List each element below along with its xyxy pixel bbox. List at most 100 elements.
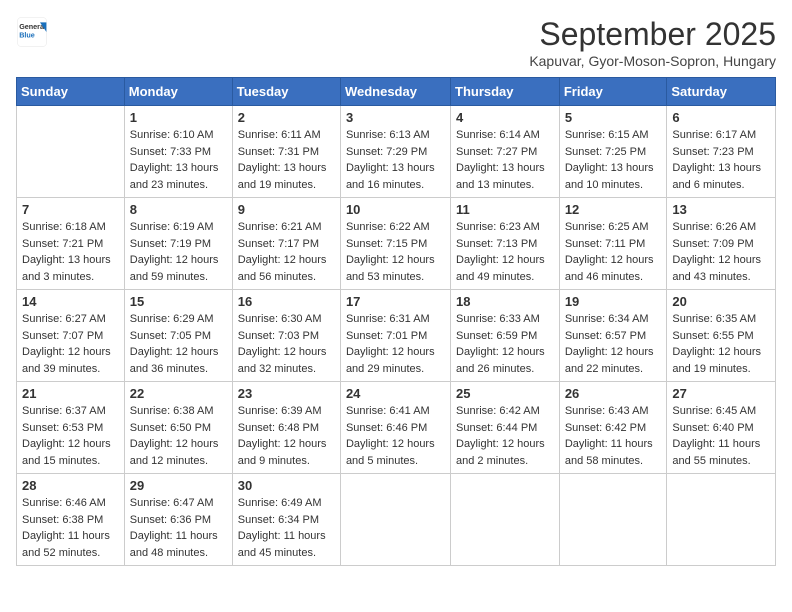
- calendar-cell: 8 Sunrise: 6:19 AM Sunset: 7:19 PM Daylig…: [124, 198, 232, 290]
- day-number: 8: [130, 202, 227, 217]
- calendar-cell: 20 Sunrise: 6:35 AM Sunset: 6:55 PM Dayli…: [667, 290, 776, 382]
- column-header-monday: Monday: [124, 78, 232, 106]
- day-number: 3: [346, 110, 445, 125]
- calendar-cell: 7 Sunrise: 6:18 AM Sunset: 7:21 PM Daylig…: [17, 198, 125, 290]
- day-info: Sunrise: 6:47 AM Sunset: 6:36 PM Dayligh…: [130, 495, 227, 561]
- day-info: Sunrise: 6:30 AM Sunset: 7:03 PM Dayligh…: [238, 311, 335, 377]
- column-header-sunday: Sunday: [17, 78, 125, 106]
- day-info: Sunrise: 6:11 AM Sunset: 7:31 PM Dayligh…: [238, 127, 335, 193]
- calendar-cell: [340, 474, 450, 566]
- day-info: Sunrise: 6:23 AM Sunset: 7:13 PM Dayligh…: [456, 219, 554, 285]
- calendar-cell: 21 Sunrise: 6:37 AM Sunset: 6:53 PM Dayli…: [17, 382, 125, 474]
- calendar-cell: 18 Sunrise: 6:33 AM Sunset: 6:59 PM Dayli…: [451, 290, 560, 382]
- day-info: Sunrise: 6:21 AM Sunset: 7:17 PM Dayligh…: [238, 219, 335, 285]
- day-number: 16: [238, 294, 335, 309]
- day-number: 4: [456, 110, 554, 125]
- day-info: Sunrise: 6:33 AM Sunset: 6:59 PM Dayligh…: [456, 311, 554, 377]
- calendar-cell: 27 Sunrise: 6:45 AM Sunset: 6:40 PM Dayli…: [667, 382, 776, 474]
- day-number: 23: [238, 386, 335, 401]
- day-number: 24: [346, 386, 445, 401]
- day-number: 12: [565, 202, 662, 217]
- calendar-cell: 10 Sunrise: 6:22 AM Sunset: 7:15 PM Dayli…: [340, 198, 450, 290]
- day-info: Sunrise: 6:14 AM Sunset: 7:27 PM Dayligh…: [456, 127, 554, 193]
- calendar-cell: 13 Sunrise: 6:26 AM Sunset: 7:09 PM Dayli…: [667, 198, 776, 290]
- day-info: Sunrise: 6:39 AM Sunset: 6:48 PM Dayligh…: [238, 403, 335, 469]
- day-number: 20: [672, 294, 770, 309]
- day-number: 21: [22, 386, 119, 401]
- column-header-friday: Friday: [559, 78, 667, 106]
- page-header: General Blue September 2025 Kapuvar, Gyo…: [16, 16, 776, 69]
- day-info: Sunrise: 6:18 AM Sunset: 7:21 PM Dayligh…: [22, 219, 119, 285]
- day-number: 9: [238, 202, 335, 217]
- day-info: Sunrise: 6:13 AM Sunset: 7:29 PM Dayligh…: [346, 127, 445, 193]
- day-number: 7: [22, 202, 119, 217]
- day-number: 28: [22, 478, 119, 493]
- column-header-saturday: Saturday: [667, 78, 776, 106]
- day-number: 1: [130, 110, 227, 125]
- day-number: 27: [672, 386, 770, 401]
- day-number: 19: [565, 294, 662, 309]
- day-number: 10: [346, 202, 445, 217]
- day-info: Sunrise: 6:49 AM Sunset: 6:34 PM Dayligh…: [238, 495, 335, 561]
- day-number: 11: [456, 202, 554, 217]
- day-info: Sunrise: 6:41 AM Sunset: 6:46 PM Dayligh…: [346, 403, 445, 469]
- calendar-cell: [17, 106, 125, 198]
- day-info: Sunrise: 6:35 AM Sunset: 6:55 PM Dayligh…: [672, 311, 770, 377]
- day-info: Sunrise: 6:29 AM Sunset: 7:05 PM Dayligh…: [130, 311, 227, 377]
- column-header-wednesday: Wednesday: [340, 78, 450, 106]
- svg-text:Blue: Blue: [19, 31, 35, 40]
- day-info: Sunrise: 6:10 AM Sunset: 7:33 PM Dayligh…: [130, 127, 227, 193]
- day-number: 26: [565, 386, 662, 401]
- title-block: September 2025 Kapuvar, Gyor-Moson-Sopro…: [529, 16, 776, 69]
- calendar-cell: 24 Sunrise: 6:41 AM Sunset: 6:46 PM Dayli…: [340, 382, 450, 474]
- day-number: 15: [130, 294, 227, 309]
- day-info: Sunrise: 6:25 AM Sunset: 7:11 PM Dayligh…: [565, 219, 662, 285]
- calendar-cell: 16 Sunrise: 6:30 AM Sunset: 7:03 PM Dayli…: [232, 290, 340, 382]
- day-info: Sunrise: 6:43 AM Sunset: 6:42 PM Dayligh…: [565, 403, 662, 469]
- day-number: 18: [456, 294, 554, 309]
- day-info: Sunrise: 6:22 AM Sunset: 7:15 PM Dayligh…: [346, 219, 445, 285]
- logo: General Blue: [16, 16, 48, 48]
- week-row-2: 7 Sunrise: 6:18 AM Sunset: 7:21 PM Daylig…: [17, 198, 776, 290]
- calendar-cell: 23 Sunrise: 6:39 AM Sunset: 6:48 PM Dayli…: [232, 382, 340, 474]
- day-info: Sunrise: 6:38 AM Sunset: 6:50 PM Dayligh…: [130, 403, 227, 469]
- day-number: 6: [672, 110, 770, 125]
- calendar-cell: 30Sunrise: 6:49 AM Sunset: 6:34 PM Dayli…: [232, 474, 340, 566]
- day-number: 22: [130, 386, 227, 401]
- day-number: 5: [565, 110, 662, 125]
- day-info: Sunrise: 6:45 AM Sunset: 6:40 PM Dayligh…: [672, 403, 770, 469]
- calendar-cell: [559, 474, 667, 566]
- calendar-cell: 5Sunrise: 6:15 AM Sunset: 7:25 PM Daylig…: [559, 106, 667, 198]
- day-number: 13: [672, 202, 770, 217]
- week-row-4: 21 Sunrise: 6:37 AM Sunset: 6:53 PM Dayli…: [17, 382, 776, 474]
- day-info: Sunrise: 6:37 AM Sunset: 6:53 PM Dayligh…: [22, 403, 119, 469]
- calendar-cell: [451, 474, 560, 566]
- day-info: Sunrise: 6:19 AM Sunset: 7:19 PM Dayligh…: [130, 219, 227, 285]
- logo-icon: General Blue: [16, 16, 48, 48]
- day-info: Sunrise: 6:17 AM Sunset: 7:23 PM Dayligh…: [672, 127, 770, 193]
- day-number: 2: [238, 110, 335, 125]
- day-info: Sunrise: 6:34 AM Sunset: 6:57 PM Dayligh…: [565, 311, 662, 377]
- week-row-3: 14Sunrise: 6:27 AM Sunset: 7:07 PM Dayli…: [17, 290, 776, 382]
- week-row-1: 1 Sunrise: 6:10 AM Sunset: 7:33 PM Daylig…: [17, 106, 776, 198]
- calendar-cell: [667, 474, 776, 566]
- day-info: Sunrise: 6:46 AM Sunset: 6:38 PM Dayligh…: [22, 495, 119, 561]
- calendar-cell: 2 Sunrise: 6:11 AM Sunset: 7:31 PM Daylig…: [232, 106, 340, 198]
- calendar-cell: 22 Sunrise: 6:38 AM Sunset: 6:50 PM Dayli…: [124, 382, 232, 474]
- calendar-cell: 3 Sunrise: 6:13 AM Sunset: 7:29 PM Daylig…: [340, 106, 450, 198]
- calendar-cell: 17Sunrise: 6:31 AM Sunset: 7:01 PM Dayli…: [340, 290, 450, 382]
- day-info: Sunrise: 6:31 AM Sunset: 7:01 PM Dayligh…: [346, 311, 445, 377]
- calendar-header-row: SundayMondayTuesdayWednesdayThursdayFrid…: [17, 78, 776, 106]
- calendar-cell: 9 Sunrise: 6:21 AM Sunset: 7:17 PM Daylig…: [232, 198, 340, 290]
- day-info: Sunrise: 6:26 AM Sunset: 7:09 PM Dayligh…: [672, 219, 770, 285]
- day-number: 14: [22, 294, 119, 309]
- calendar-cell: 26 Sunrise: 6:43 AM Sunset: 6:42 PM Dayli…: [559, 382, 667, 474]
- column-header-thursday: Thursday: [451, 78, 560, 106]
- calendar-cell: 19 Sunrise: 6:34 AM Sunset: 6:57 PM Dayli…: [559, 290, 667, 382]
- day-info: Sunrise: 6:42 AM Sunset: 6:44 PM Dayligh…: [456, 403, 554, 469]
- location-subtitle: Kapuvar, Gyor-Moson-Sopron, Hungary: [529, 53, 776, 69]
- calendar-cell: 4 Sunrise: 6:14 AM Sunset: 7:27 PM Daylig…: [451, 106, 560, 198]
- calendar-cell: 1 Sunrise: 6:10 AM Sunset: 7:33 PM Daylig…: [124, 106, 232, 198]
- month-title: September 2025: [529, 16, 776, 53]
- calendar-cell: 25Sunrise: 6:42 AM Sunset: 6:44 PM Dayli…: [451, 382, 560, 474]
